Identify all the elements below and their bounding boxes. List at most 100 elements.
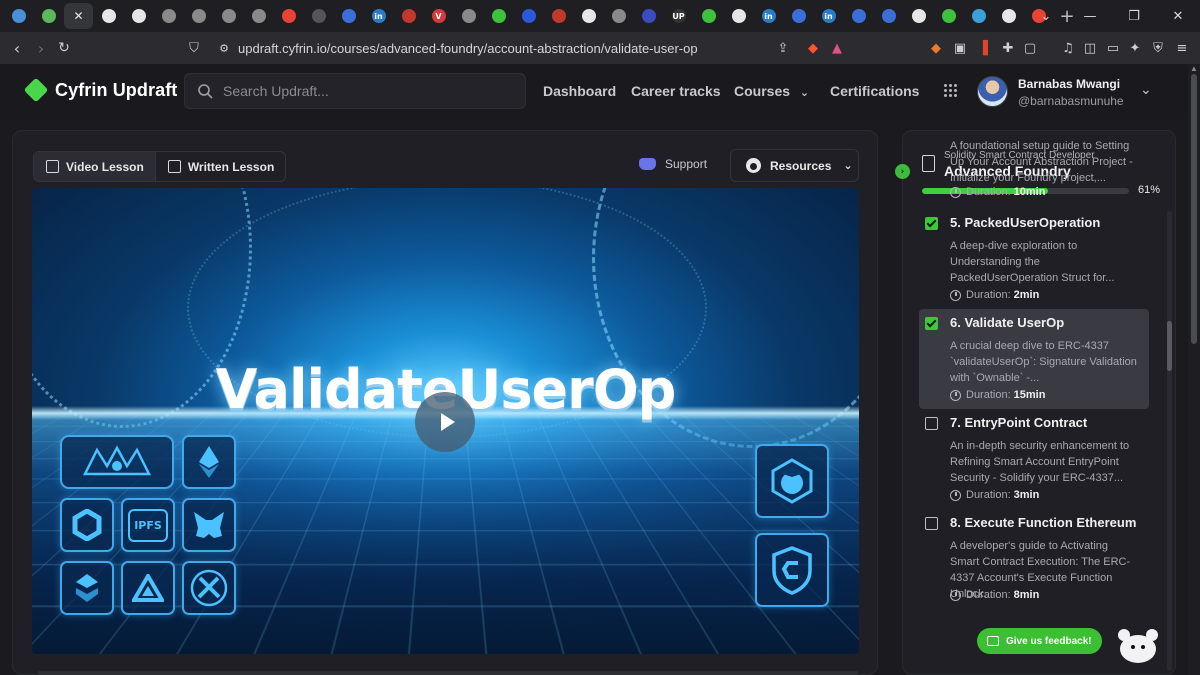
page-scrollbar-thumb[interactable] [1191, 74, 1197, 344]
minimize-icon[interactable]: — [1068, 0, 1112, 32]
browser-tab[interactable] [784, 3, 813, 29]
extension-cube-icon[interactable]: ▣ [952, 40, 968, 56]
browser-tab[interactable] [34, 3, 63, 29]
wallet-icon[interactable]: ▭ [1105, 40, 1121, 56]
media-icon[interactable]: ♫ [1060, 40, 1076, 56]
collapse-sidebar-button[interactable]: › [895, 164, 910, 179]
lesson-item-current[interactable]: 6. Validate UserOp A crucial deep dive to… [919, 309, 1149, 409]
browser-tab[interactable] [934, 3, 963, 29]
lesson-item[interactable]: 5. PackedUserOperation A deep-dive explor… [919, 209, 1149, 301]
browser-tab[interactable] [154, 3, 183, 29]
tab-icon-17 [491, 9, 506, 23]
scroll-up-icon[interactable]: ▲ [1190, 64, 1198, 73]
avatar[interactable] [977, 76, 1008, 107]
tab-video-lesson[interactable]: Video Lesson [34, 152, 156, 181]
browser-tab[interactable]: ✕ [64, 3, 93, 29]
play-button[interactable] [415, 392, 475, 452]
lesson-duration: Duration: 8min [950, 589, 1039, 601]
browser-tab[interactable] [694, 3, 723, 29]
apps-grid-icon[interactable] [944, 84, 957, 97]
browser-tab[interactable] [634, 3, 663, 29]
lesson-complete-checkbox[interactable] [925, 517, 938, 530]
browser-tab[interactable] [274, 3, 303, 29]
browser-tab[interactable] [214, 3, 243, 29]
user-menu-chevron-icon[interactable]: ⌄ [1140, 82, 1152, 98]
vpn-icon[interactable]: ⛨ [1150, 40, 1166, 56]
browser-tab[interactable]: UP [664, 3, 693, 29]
extensions-puzzle-icon[interactable]: ✚ [1000, 40, 1016, 56]
forward-icon[interactable]: › [29, 36, 53, 60]
browser-tab[interactable] [94, 3, 123, 29]
lesson-list-scrollbar[interactable] [1167, 211, 1172, 671]
tab-written-lesson[interactable]: Written Lesson [156, 152, 285, 181]
nav-courses[interactable]: Courses ⌄ [734, 83, 809, 99]
browser-tab[interactable]: V [424, 3, 453, 29]
lesson-item[interactable]: 7. EntryPoint Contract An in-depth securi… [919, 409, 1149, 501]
video-player[interactable]: ValidateUserOp IPFS [32, 188, 859, 654]
site-info-icon[interactable]: ⚙ [216, 40, 232, 56]
browser-tab[interactable] [304, 3, 333, 29]
leo-ai-icon[interactable]: ✦ [1127, 40, 1143, 56]
browser-tab[interactable] [484, 3, 513, 29]
close-window-icon[interactable]: ✕ [1156, 0, 1200, 32]
browser-tab[interactable] [994, 3, 1023, 29]
close-tab-icon: ✕ [73, 9, 84, 23]
browser-tab[interactable] [874, 3, 903, 29]
browser-tab[interactable] [454, 3, 483, 29]
brave-shields-icon[interactable]: ◆ [805, 40, 821, 56]
share-icon[interactable]: ⇪ [775, 40, 791, 56]
browser-tab[interactable] [184, 3, 213, 29]
page-scrollbar[interactable]: ▲ [1188, 64, 1200, 675]
menu-icon[interactable]: ≡ [1174, 40, 1190, 56]
back-icon[interactable]: ‹ [5, 36, 29, 60]
browser-tab[interactable] [394, 3, 423, 29]
resources-button[interactable]: Resources ⌄ [730, 149, 859, 182]
lesson-complete-checkbox[interactable] [925, 417, 938, 430]
browser-tab[interactable] [574, 3, 603, 29]
browser-tab[interactable]: in [754, 3, 783, 29]
brave-rewards-icon[interactable]: ▲ [829, 40, 845, 56]
browser-tab[interactable] [244, 3, 273, 29]
extension-red-icon[interactable]: ▌ [980, 40, 996, 56]
metamask-fox-icon [194, 512, 224, 538]
reload-icon[interactable]: ↻ [52, 36, 76, 60]
tab-icon-2 [41, 9, 56, 23]
address-bar[interactable]: ⚙ updraft.cyfrin.io/courses/advanced-fou… [178, 35, 858, 61]
browser-tab[interactable]: in [814, 3, 843, 29]
feedback-button[interactable]: Give us feedback! [977, 628, 1102, 654]
browser-tab[interactable] [544, 3, 573, 29]
google-icon [281, 9, 296, 23]
url-text[interactable]: updraft.cyfrin.io/courses/advanced-found… [238, 41, 698, 56]
lesson-list-scrollbar-thumb[interactable] [1167, 321, 1172, 371]
browser-tab[interactable] [604, 3, 633, 29]
maximize-icon[interactable]: ❐ [1112, 0, 1156, 32]
browser-tab[interactable] [124, 3, 153, 29]
nav-dashboard[interactable]: Dashboard [543, 83, 616, 99]
lesson-item[interactable]: A foundational setup guide to Setting Up… [919, 134, 1149, 202]
browser-tab[interactable] [844, 3, 873, 29]
tab-search-icon[interactable]: ⌄ [1024, 0, 1068, 32]
browser-tab[interactable] [964, 3, 993, 29]
nav-certifications[interactable]: Certifications [830, 83, 919, 99]
sidebar-icon[interactable]: ◫ [1082, 40, 1098, 56]
lesson-complete-checkbox[interactable] [925, 217, 938, 230]
extension-fox-icon[interactable]: ◆ [928, 40, 944, 56]
lesson-complete-checkbox[interactable] [925, 317, 938, 330]
site-logo[interactable]: Cyfrin Updraft [23, 77, 178, 103]
bear-mascot-icon[interactable] [1116, 629, 1160, 663]
tab-icon-24 [701, 9, 716, 23]
browser-tab[interactable] [334, 3, 363, 29]
search-input[interactable]: Search Updraft... [184, 73, 526, 109]
browser-tab[interactable] [904, 3, 933, 29]
lesson-item[interactable]: 8. Execute Function Ethereum A developer'… [919, 509, 1149, 601]
browser-tab[interactable]: in [364, 3, 393, 29]
clock-icon [950, 289, 961, 301]
browser-tab[interactable] [514, 3, 543, 29]
ethereum-tile [182, 435, 236, 489]
nav-career-tracks[interactable]: Career tracks [631, 83, 721, 99]
screenshot-icon[interactable]: ▢ [1022, 40, 1038, 56]
browser-tab[interactable] [724, 3, 753, 29]
support-link[interactable]: Support [639, 157, 707, 171]
logo-text: Cyfrin Updraft [55, 79, 178, 100]
browser-tab[interactable] [4, 3, 33, 29]
